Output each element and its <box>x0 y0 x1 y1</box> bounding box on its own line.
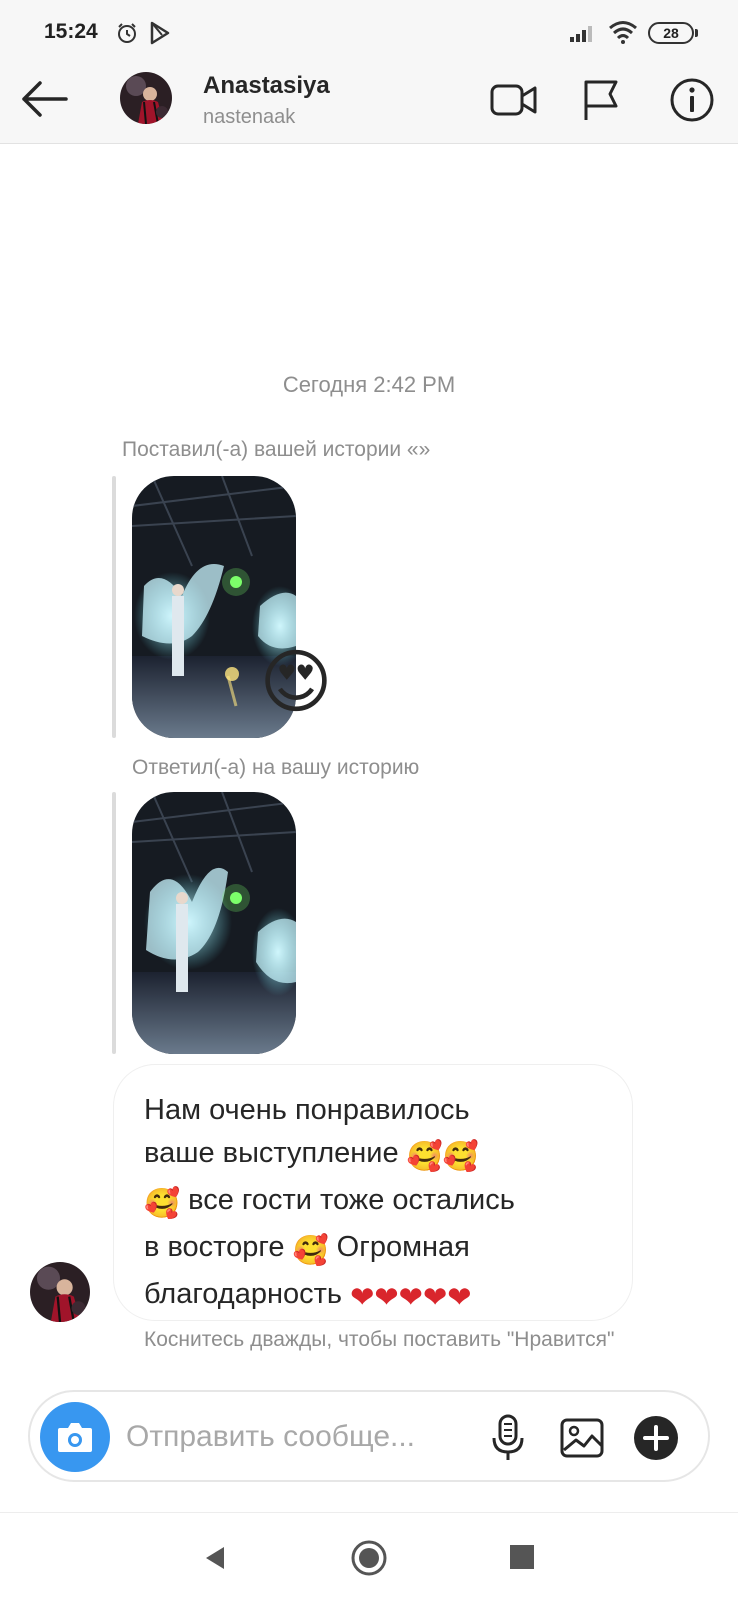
wifi-icon <box>609 21 637 44</box>
story-reaction-caption: Поставил(-а) вашей истории «» <box>122 438 431 461</box>
gallery-icon[interactable] <box>558 1414 606 1462</box>
play-store-icon <box>150 21 170 45</box>
chat-username[interactable]: nastenaak <box>203 106 295 129</box>
plus-icon[interactable] <box>632 1414 680 1462</box>
avatar[interactable] <box>30 1262 90 1322</box>
message-text: в восторге <box>144 1231 293 1263</box>
avatar[interactable] <box>120 72 172 124</box>
chat-title[interactable]: Anastasiya <box>203 72 330 100</box>
message-text: все гости тоже остались <box>180 1184 515 1216</box>
story-reply-caption: Ответил(-а) на вашу историю <box>132 756 420 779</box>
camera-button[interactable] <box>40 1402 110 1472</box>
nav-back-icon[interactable] <box>200 1543 230 1573</box>
signal-icon <box>570 26 592 42</box>
message-bubble[interactable]: Нам очень понравилось ваше выступление 🥰… <box>113 1064 633 1321</box>
quote-bar <box>112 792 116 1054</box>
hearts-emoji: ❤❤❤❤❤ <box>350 1282 472 1314</box>
microphone-icon[interactable] <box>484 1412 532 1464</box>
message-text: благодарность <box>144 1278 351 1310</box>
message-input[interactable] <box>126 1414 456 1460</box>
message-text: Огромная <box>328 1231 470 1263</box>
info-icon[interactable] <box>668 76 716 124</box>
story-thumbnail[interactable] <box>132 792 296 1054</box>
like-hint: Коснитесь дважды, чтобы поставить "Нрави… <box>144 1328 615 1351</box>
reaction-emoji: 😍 <box>259 641 333 723</box>
message-text: ваше выступление <box>144 1137 407 1169</box>
emoji: 🥰 <box>292 1235 329 1267</box>
emoji: 🥰🥰 <box>406 1141 479 1173</box>
camera-icon <box>58 1423 92 1452</box>
message-timestamp: Сегодня 2:42 PM <box>282 372 456 397</box>
alarm-icon <box>118 23 136 43</box>
flag-icon[interactable] <box>578 76 626 124</box>
video-call-icon[interactable] <box>490 76 538 124</box>
emoji: 🥰 <box>144 1188 181 1220</box>
status-bar: 15:24 28 <box>0 0 738 56</box>
quote-bar <box>112 476 116 738</box>
status-time: 15:24 <box>44 20 98 43</box>
system-nav-bar <box>0 1512 738 1600</box>
chat-header: Anastasiya nastenaak <box>0 56 738 144</box>
message-composer <box>28 1390 710 1482</box>
back-arrow-icon[interactable] <box>20 74 70 124</box>
message-text: Нам очень понравилось <box>144 1094 470 1126</box>
nav-recents-icon[interactable] <box>510 1545 534 1569</box>
battery-icon: 28 <box>648 22 698 44</box>
nav-home-icon[interactable] <box>350 1539 388 1577</box>
